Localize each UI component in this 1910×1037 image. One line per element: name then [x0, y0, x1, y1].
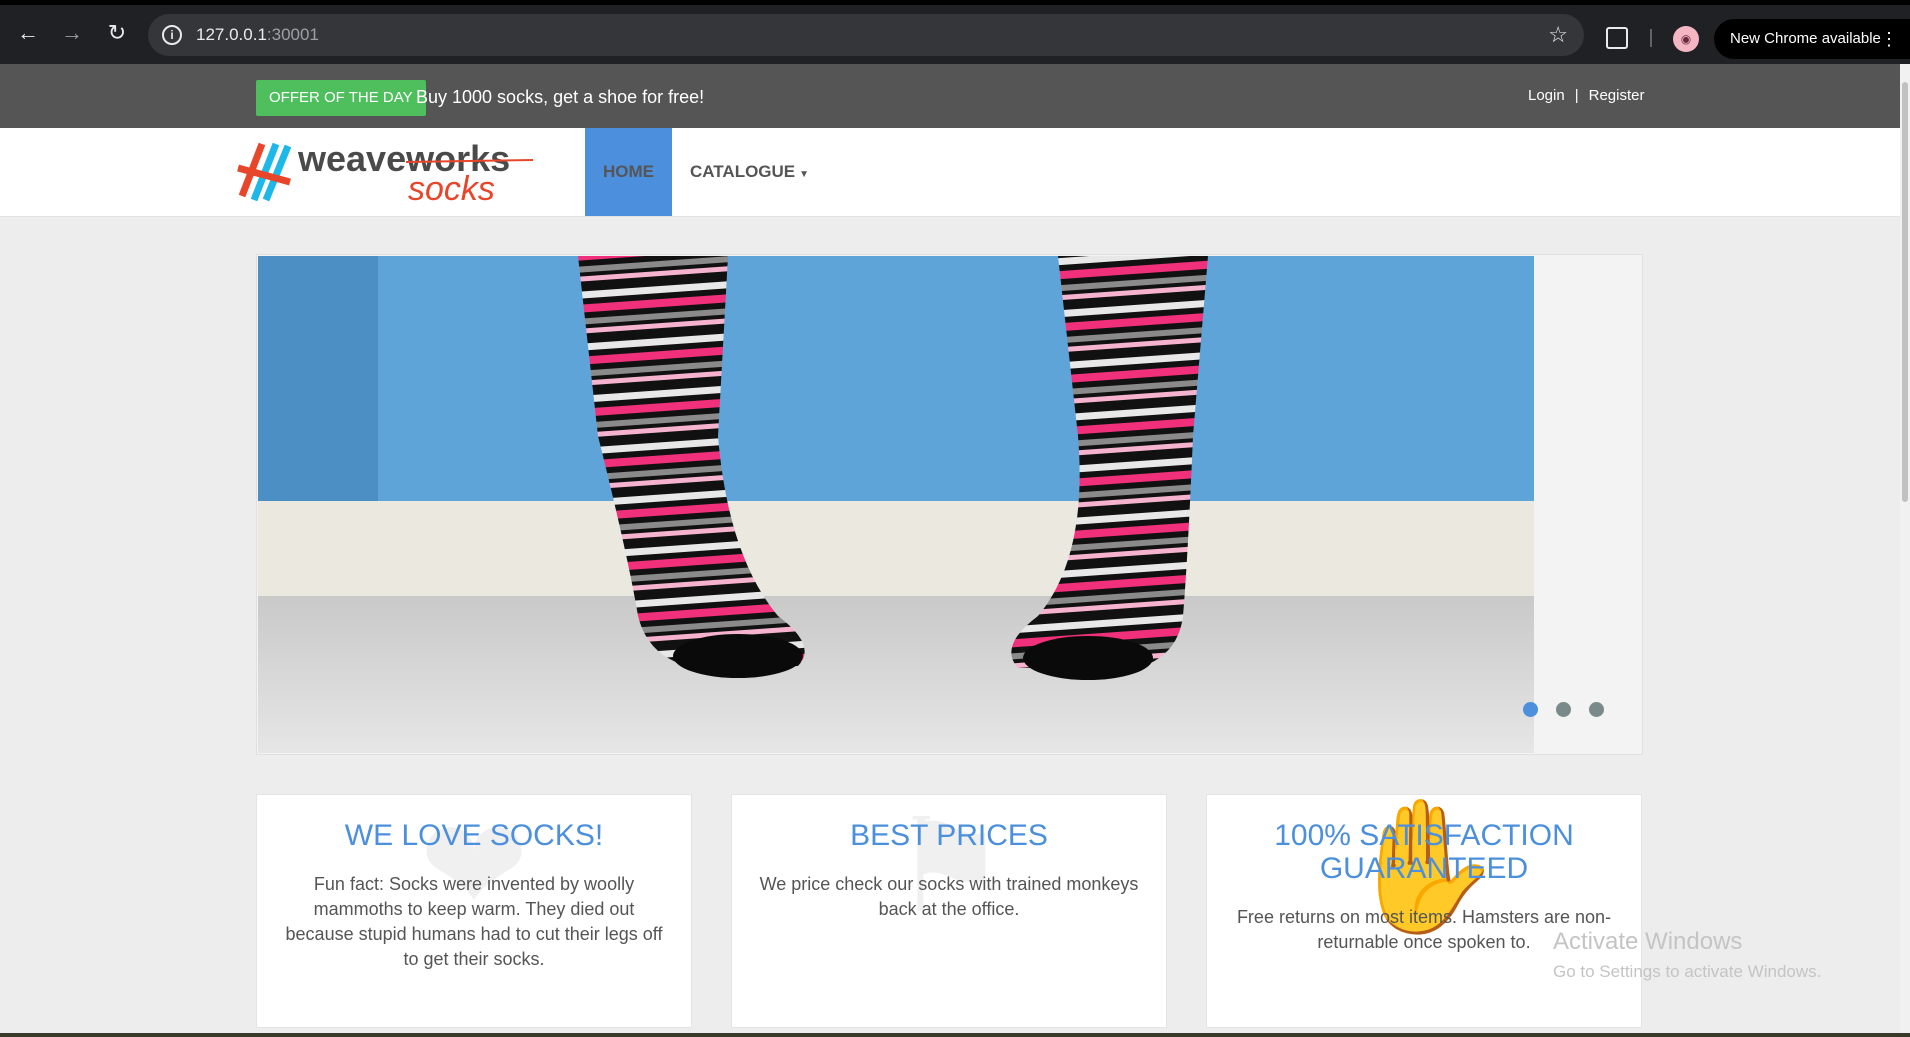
feature-box-best-prices: ⚑ BEST PRICES We price check our socks w…	[731, 794, 1167, 1028]
profile-avatar[interactable]: ◉	[1673, 26, 1699, 52]
reload-button[interactable]: ↻	[103, 19, 131, 47]
back-button[interactable]: ←	[14, 19, 42, 47]
carousel-dot-2[interactable]	[1556, 702, 1571, 717]
page-scrollbar[interactable]	[1900, 64, 1910, 1037]
taskbar-edge	[0, 1033, 1910, 1037]
scrollbar-thumb[interactable]	[1902, 82, 1908, 502]
url-text[interactable]: 127.0.0.1:30001	[196, 25, 319, 45]
weaveworks-socks-logo[interactable]: weaveworks socks	[236, 138, 536, 208]
account-links: Login | Register	[1528, 87, 1644, 104]
extensions-icon[interactable]	[1606, 27, 1628, 49]
login-link[interactable]: Login	[1528, 87, 1565, 104]
url-host: 127.0.0.1	[196, 25, 267, 44]
carousel-dot-1[interactable]	[1523, 702, 1538, 717]
nav-catalogue-label: CATALOGUE	[690, 162, 796, 181]
address-bar[interactable]: i 127.0.0.1:30001 ☆	[148, 14, 1584, 56]
bookmark-star-icon[interactable]: ☆	[1548, 22, 1568, 48]
register-link[interactable]: Register	[1589, 87, 1645, 104]
hero-carousel[interactable]	[256, 254, 1643, 755]
carousel-dot-3[interactable]	[1589, 702, 1604, 717]
caret-down-icon: ▼	[799, 169, 810, 180]
watermark-title: Activate Windows	[1553, 928, 1743, 955]
feature-box-love-socks: ❤ WE LOVE SOCKS! Fun fact: Socks were in…	[256, 794, 692, 1028]
nav-catalogue-dropdown[interactable]: CATALOGUE ▼	[690, 128, 809, 216]
toolbar-divider	[1650, 29, 1652, 47]
logo-mark-icon	[237, 142, 292, 202]
windows-activation-watermark: Activate Windows Go to Settings to activ…	[1553, 928, 1821, 982]
update-chrome-button[interactable]: New Chrome available ⋮	[1714, 19, 1910, 59]
update-label: New Chrome available	[1730, 30, 1881, 47]
url-port: :30001	[266, 25, 319, 44]
watermark-subtitle: Go to Settings to activate Windows.	[1553, 962, 1822, 981]
feature-box-satisfaction: ✋ 100% SATISFACTION GUARANTEED Free retu…	[1206, 794, 1642, 1028]
carousel-slide-socks-image[interactable]	[258, 256, 1534, 753]
nav-home[interactable]: HOME	[585, 128, 672, 216]
feature-title: BEST PRICES	[850, 819, 1048, 852]
link-separator: |	[1574, 87, 1579, 104]
main-navbar: weaveworks socks HOME CATALOGUE ▼	[0, 128, 1900, 217]
offer-bar: OFFER OF THE DAY Buy 1000 socks, get a s…	[0, 64, 1900, 128]
logo-subword: socks	[408, 170, 495, 206]
feature-title: WE LOVE SOCKS!	[344, 819, 604, 852]
browser-toolbar: ← → ↻ i 127.0.0.1:30001 ☆ ◉ New Chrome a…	[0, 0, 1910, 64]
offer-text: Buy 1000 socks, get a shoe for free!	[416, 87, 705, 107]
kebab-menu-icon[interactable]: ⋮	[1880, 19, 1898, 59]
feature-text: Fun fact: Socks were invented by woolly …	[285, 874, 663, 969]
feature-text: We price check our socks with trained mo…	[759, 874, 1139, 919]
offer-badge[interactable]: OFFER OF THE DAY	[256, 80, 426, 116]
info-icon[interactable]: i	[162, 25, 182, 45]
forward-button[interactable]: →	[58, 19, 86, 47]
feature-title: 100% SATISFACTION GUARANTEED	[1274, 819, 1574, 885]
